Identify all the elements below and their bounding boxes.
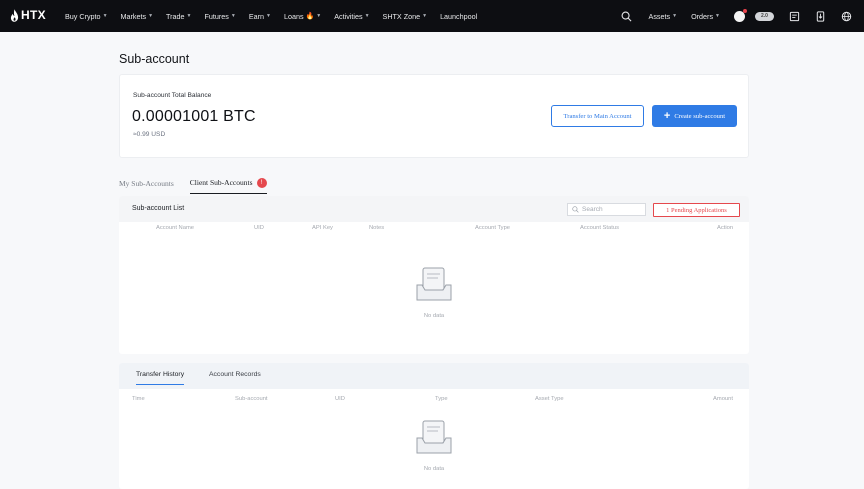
column-header: Time [132,396,145,402]
column-header: Sub-account [235,396,268,402]
nav-launchpool[interactable]: Launchpool [440,12,477,21]
column-header: Account Type [475,225,511,231]
nav-label: Earn [248,11,265,21]
brand-name: HTX [21,8,46,22]
caret-down-icon: ▼ [364,13,370,19]
nav-label: Markets [120,11,147,21]
empty-box-icon [416,267,452,301]
nav-trade[interactable]: Trade ▼ [166,12,191,21]
htx-logo[interactable]: HTX [10,8,46,22]
main-menu: Buy Crypto ▼ Markets ▼ Trade ▼ Futures ▼ Ear… [65,0,490,32]
nav-earn[interactable]: Earn ▼ [249,12,271,21]
caret-down-icon: ▼ [422,13,428,19]
search-input-box[interactable] [567,203,646,216]
column-header: UID [335,396,345,402]
nav-label: SHTX Zone [382,11,421,21]
column-header: API Key [312,225,333,231]
globe-icon[interactable] [840,10,852,22]
empty-box-icon [416,420,452,454]
caret-down-icon: ▼ [148,13,154,19]
nav-shtx-zone[interactable]: SHTX Zone ▼ [383,12,428,21]
caret-down-icon: ▼ [715,13,720,19]
column-header: Type [435,396,448,402]
search-icon[interactable] [621,10,633,22]
balance-value: 0.00001001 BTC [132,108,256,125]
caret-down-icon: ▼ [102,13,108,19]
alert-badge: ! [256,177,267,188]
tab-client-sub-accounts[interactable]: Client Sub-Accounts ! [189,172,267,194]
caret-down-icon: ▼ [316,13,322,19]
nav-orders[interactable]: Orders ▼ [691,12,720,21]
nav-buy-crypto[interactable]: Buy Crypto ▼ [65,12,108,21]
download-icon[interactable] [814,10,826,22]
tab-label: Client Sub-Accounts [189,178,253,187]
caret-down-icon: ▼ [672,13,678,19]
caret-down-icon: ▼ [186,13,192,19]
create-label: Create sub-account [674,112,726,120]
empty-text: No data [423,466,445,472]
empty-state: No data [414,418,454,472]
tab-transfer-history[interactable]: Transfer History [136,371,185,385]
balance-card: Sub-account Total Balance 0.00001001 BTC… [119,74,749,158]
nav-label: Assets [648,11,671,21]
nav-loans[interactable]: Loans 🔥 ▼ [284,12,321,21]
empty-text: No data [423,313,445,319]
balance-usd: ≈0.99 USD [133,131,166,138]
search-input[interactable] [582,206,642,213]
caret-down-icon: ▼ [266,13,271,19]
nav-label: Activities [334,11,363,21]
nav-assets[interactable]: Assets ▼ [649,12,678,21]
avatar[interactable] [734,8,747,22]
tab-account-records[interactable]: Account Records [209,371,261,384]
column-header: Account Name [156,225,195,231]
nav-label: Launchpool [440,11,478,21]
nav-markets[interactable]: Markets ▼ [121,12,154,21]
nav-label: Buy Crypto [65,11,101,21]
column-header: Action [717,225,734,231]
column-header: UID [254,225,264,231]
list-header: Sub-account List 1 Pending Applications [119,196,749,222]
page-title: Sub-account [119,52,190,66]
history-tabs: Transfer History Account Records [119,363,749,389]
account-tabs: My Sub-Accounts Client Sub-Accounts ! [119,172,283,196]
announcement-icon[interactable] [788,10,800,22]
column-header: Notes [369,225,385,231]
column-header: Account Status [580,225,619,231]
tab-label: My Sub-Accounts [119,178,174,188]
fire-icon: 🔥 [305,13,315,20]
nav-label: Futures [204,11,229,21]
plus-icon: + [663,109,671,122]
pending-applications-button[interactable]: 1 Pending Applications [653,203,740,217]
nav-activities[interactable]: Activities ▼ [334,12,369,21]
nav-right: Assets ▼ Orders ▼ 2.0 [621,0,852,32]
transfer-to-main-button[interactable]: Transfer to Main Account [551,105,644,127]
nav-label: Trade [166,11,185,21]
nav-label: Loans [283,11,304,21]
nav-label: Orders [691,11,714,21]
empty-state: No data [414,265,454,319]
column-header: Amount [713,396,733,402]
column-header: Asset Type [535,396,564,402]
balance-label: Sub-account Total Balance [133,92,212,99]
list-title: Sub-account List [132,205,185,212]
create-sub-account-button[interactable]: + Create sub-account [652,105,737,127]
caret-down-icon: ▼ [230,13,236,19]
tab-my-sub-accounts[interactable]: My Sub-Accounts [119,172,174,194]
history-card: Transfer History Account Records Time Su… [119,363,749,489]
nav-futures[interactable]: Futures ▼ [205,12,236,21]
top-nav: HTX Buy Crypto ▼ Markets ▼ Trade ▼ Futures ▼… [0,0,864,32]
version-pill[interactable]: 2.0 [755,11,774,21]
flame-logo-icon [10,8,19,22]
search-icon [572,206,579,213]
sub-account-list-card: Sub-account List 1 Pending Applications … [119,196,749,354]
